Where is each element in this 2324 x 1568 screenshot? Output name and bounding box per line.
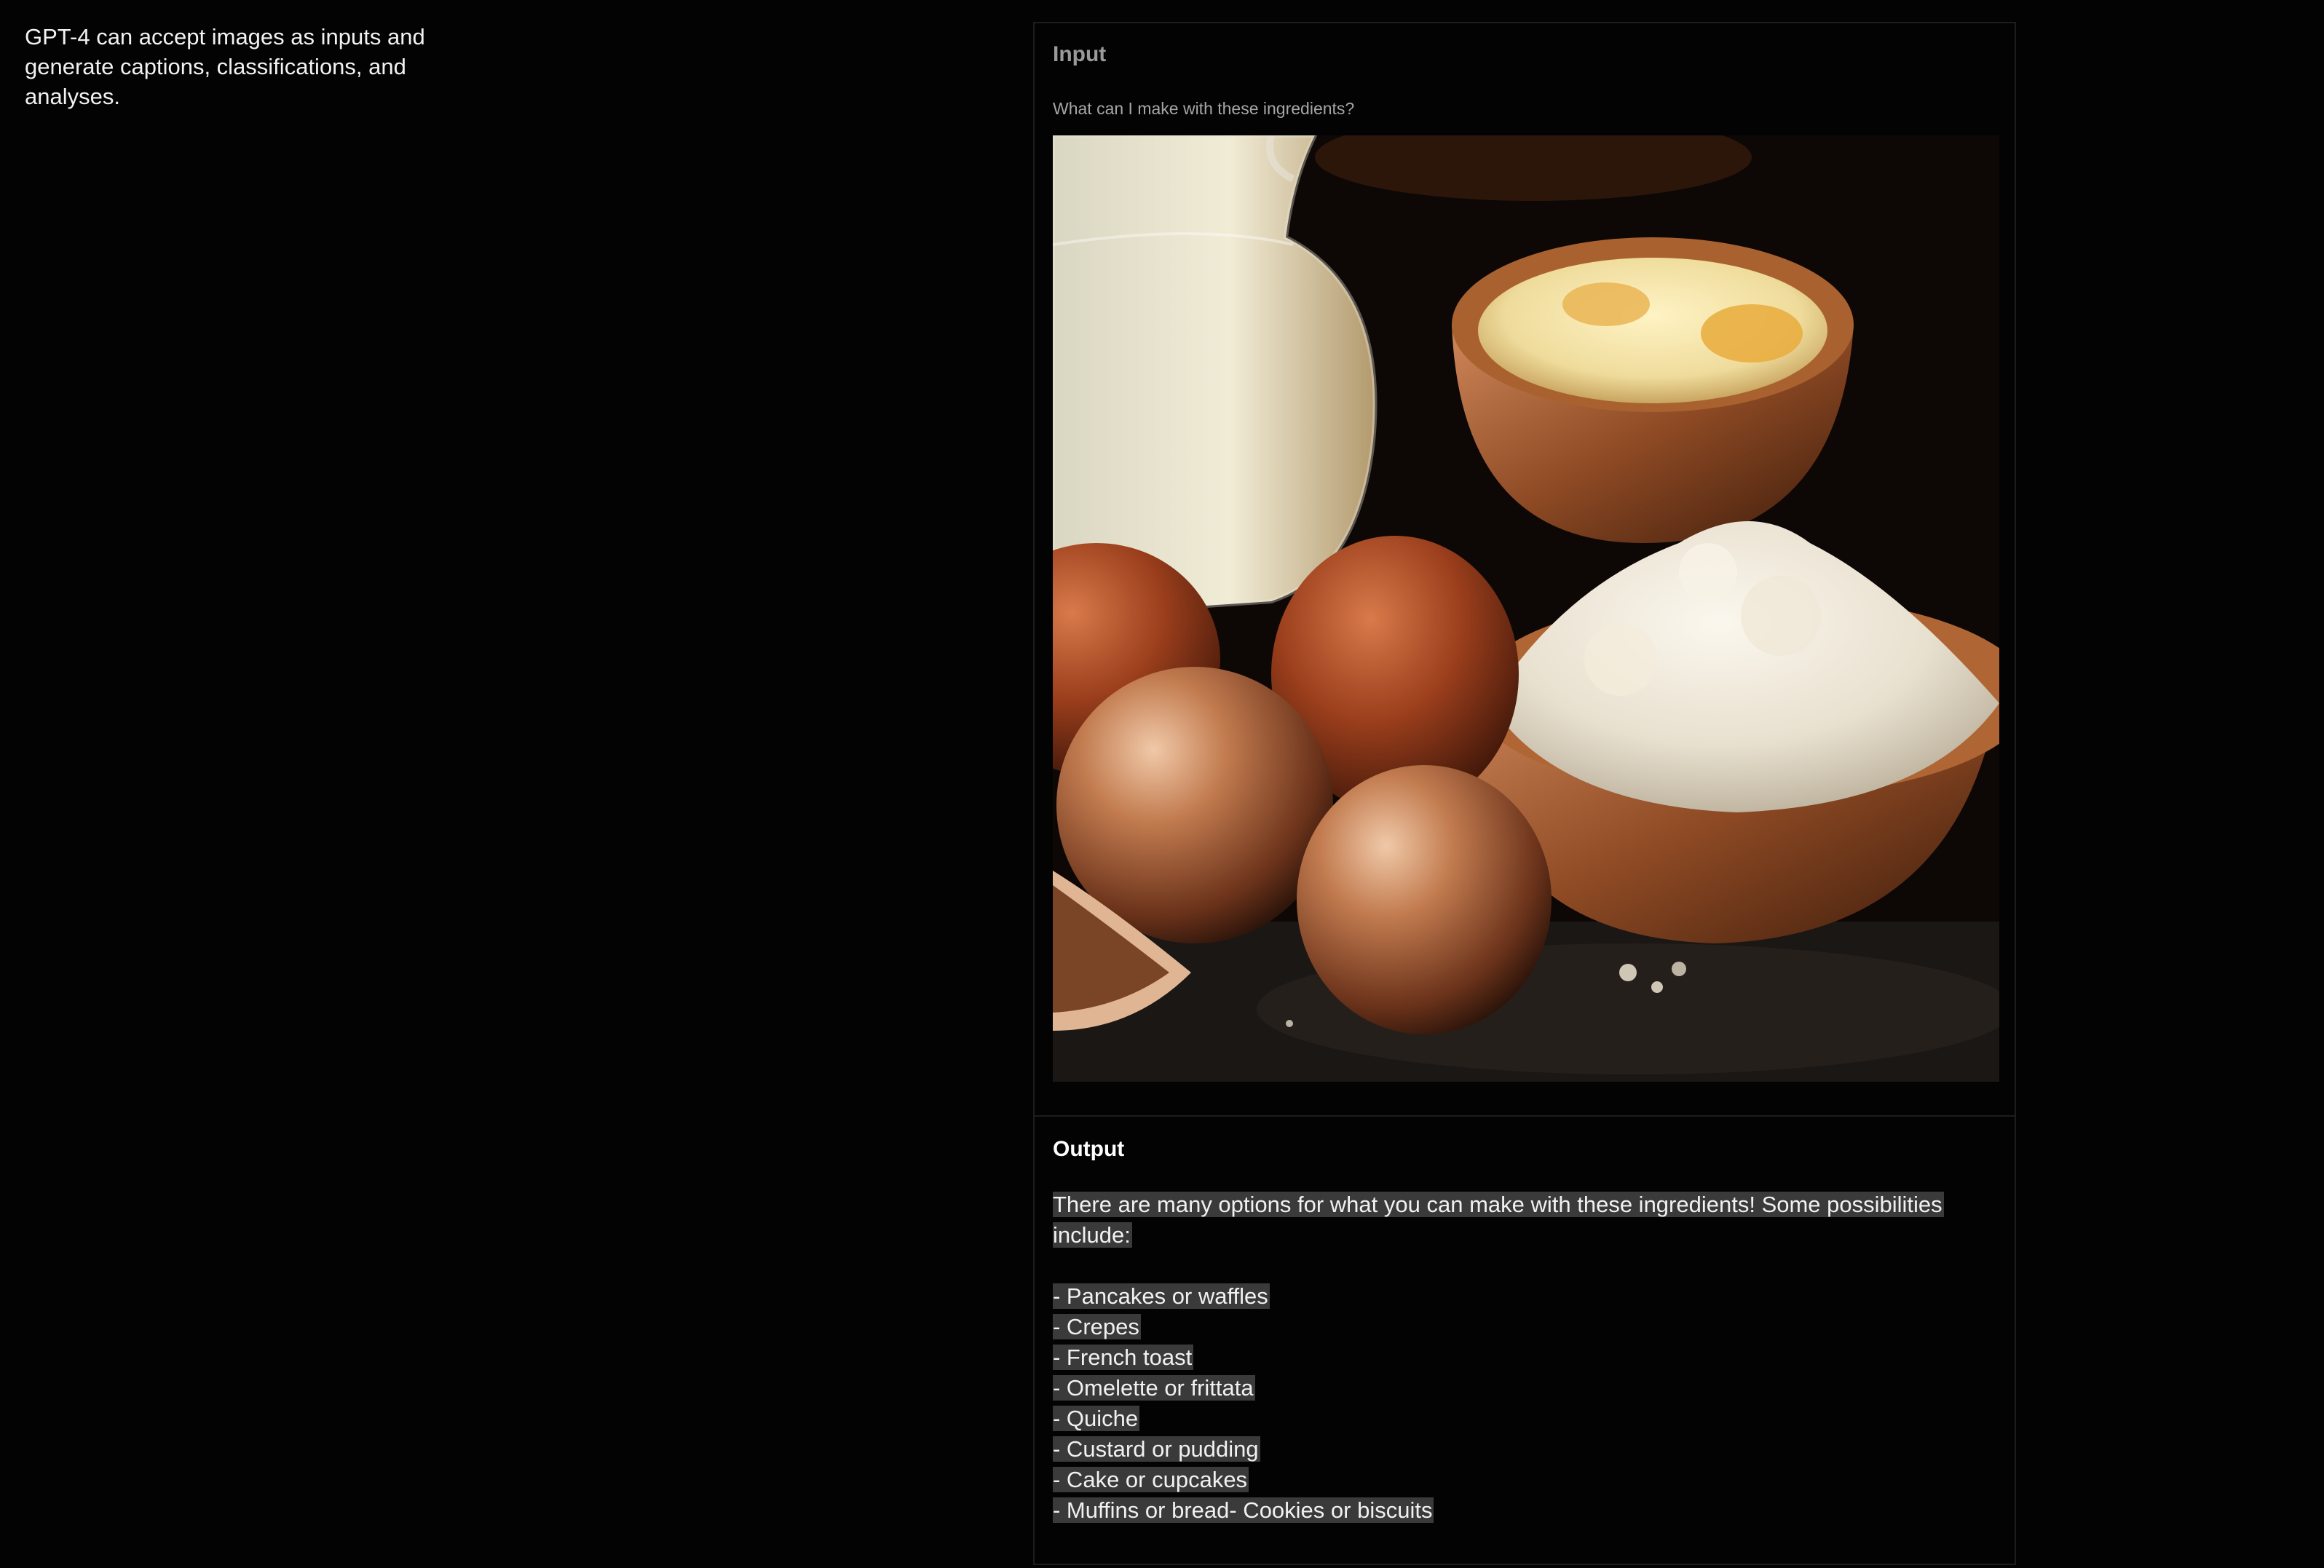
- input-prompt: What can I make with these ingredients?: [1053, 99, 1355, 118]
- intro-description: GPT-4 can accept images as inputs and ge…: [25, 24, 425, 109]
- example-card: Input What can I make with these ingredi…: [1033, 22, 2016, 1565]
- options-list: - Pancakes or waffles - Crepes - French …: [1053, 1281, 1992, 1526]
- list-item: - French toast: [1053, 1345, 1194, 1370]
- ingredients-photo: [1053, 135, 1999, 1082]
- output-label: Output: [1053, 1137, 1125, 1161]
- list-item: - Custard or pudding: [1053, 1436, 1260, 1462]
- list-item: - Quiche: [1053, 1406, 1140, 1431]
- list-item: - Crepes: [1053, 1314, 1141, 1339]
- list-item: - Omelette or frittata: [1053, 1375, 1255, 1401]
- output-answer: There are many options for what you can …: [1053, 1189, 1992, 1526]
- input-label: Input: [1053, 42, 1107, 66]
- input-section: Input What can I make with these ingredi…: [1035, 23, 2015, 1117]
- list-item: - Muffins or bread- Cookies or biscuits: [1053, 1497, 1434, 1523]
- list-item: - Cake or cupcakes: [1053, 1467, 1249, 1492]
- list-item: - Pancakes or waffles: [1053, 1283, 1270, 1309]
- output-section: Output There are many options for what y…: [1035, 1117, 2015, 1568]
- output-intro: There are many options for what you can …: [1053, 1192, 1944, 1248]
- ingredients-illustration: [1053, 135, 1999, 1082]
